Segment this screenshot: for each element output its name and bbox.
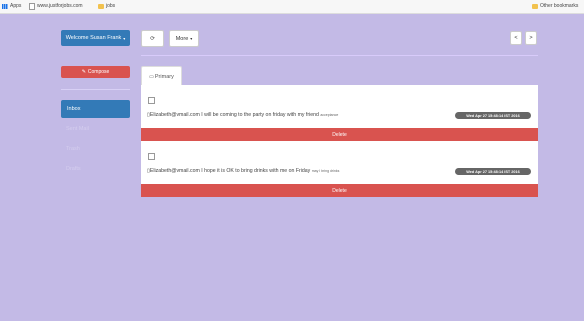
tab-primary[interactable]: ▭ Primary <box>141 66 182 86</box>
page-icon <box>29 2 35 10</box>
sidebar-item-sent-mail[interactable]: Sent Mail <box>66 126 89 132</box>
folder-icon <box>532 3 538 9</box>
sidebar-item-drafts[interactable]: Drafts <box>66 166 81 172</box>
sidebar-item-inbox[interactable]: Inbox <box>61 100 130 118</box>
bookmark-apps[interactable]: Apps <box>2 2 21 10</box>
welcome-dropdown-button[interactable]: Welcome Susan Frank ▾ <box>61 30 130 46</box>
message-tag: may I bring drinks <box>311 169 340 173</box>
more-dropdown-button[interactable]: More ▾ <box>169 30 199 47</box>
delete-button[interactable]: Delete <box>141 128 538 141</box>
bookmark-folder-jobs[interactable]: jobs <box>98 2 115 10</box>
message-sender: Elizabeth@vmail.com <box>149 168 200 174</box>
message-text: I hope it is OK to bring drinks with me … <box>201 168 311 174</box>
next-page-button[interactable]: > <box>525 31 537 45</box>
list-item <box>141 85 538 128</box>
chevron-right-icon: > <box>529 35 533 41</box>
sidebar-item-trash[interactable]: Trash <box>66 146 80 152</box>
message-preview[interactable]: ▯Elizabeth@vmail.com I will be coming to… <box>147 112 338 118</box>
caret-down-icon: ▾ <box>123 35 126 41</box>
list-item <box>141 141 538 184</box>
sidebar-divider <box>61 89 130 90</box>
delete-button[interactable]: Delete <box>141 184 538 197</box>
caret-down-icon: ▾ <box>190 36 193 41</box>
prev-page-button[interactable]: < <box>510 31 522 45</box>
message-tag: acceptance <box>320 113 339 117</box>
chevron-left-icon: < <box>514 35 518 41</box>
message-checkbox[interactable] <box>148 153 155 160</box>
message-preview[interactable]: ▯Elizabeth@vmail.com I hope it is OK to … <box>147 168 339 174</box>
refresh-button[interactable]: ⟳ <box>141 30 164 47</box>
folder-icon <box>98 3 104 9</box>
apps-icon <box>2 3 8 9</box>
date-badge: Wed Apr 27 15:48:14 IST 2016 <box>455 112 531 119</box>
message-checkbox[interactable] <box>148 97 155 104</box>
date-badge: Wed Apr 27 15:48:14 IST 2016 <box>455 168 531 175</box>
pencil-icon: ✎ <box>81 69 86 75</box>
message-text: I will be coming to the party on friday … <box>201 112 319 118</box>
refresh-icon: ⟳ <box>150 35 155 42</box>
compose-button[interactable]: ✎ Compose <box>61 66 130 78</box>
inbox-icon: ▭ <box>149 73 154 80</box>
bookmark-site[interactable]: www.justforjobs.com <box>29 2 83 10</box>
bookmark-other[interactable]: Other bookmarks <box>532 2 578 10</box>
toolbar-divider <box>141 55 538 56</box>
bookmarks-bar: Apps www.justforjobs.com jobs Other book… <box>0 0 584 14</box>
message-sender: Elizabeth@vmail.com <box>149 112 200 118</box>
